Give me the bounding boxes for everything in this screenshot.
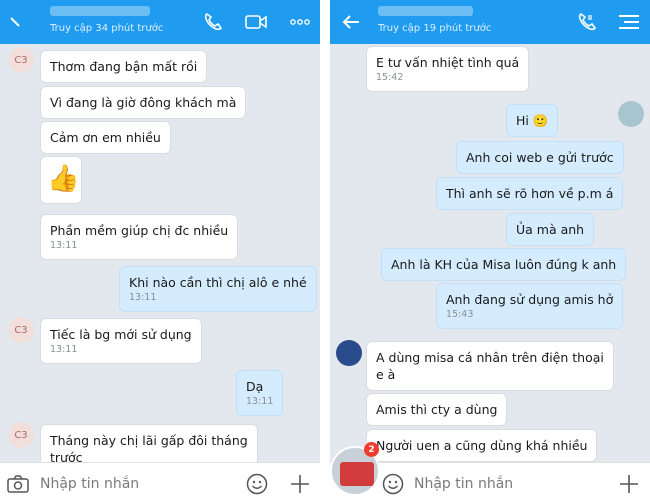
message-outgoing[interactable]: Ủa mà anh xyxy=(506,213,595,246)
message-input[interactable]: Nhập tin nhắn xyxy=(414,476,513,492)
add-icon[interactable] xyxy=(616,471,642,497)
message-outgoing[interactable]: Thì anh sẽ rõ hơn về p.m á xyxy=(436,177,624,210)
contact-avatar[interactable]: C3 xyxy=(8,317,34,343)
message-text: Phần mềm giúp chị đc nhiều xyxy=(50,223,229,238)
message-sticker[interactable]: 👍 xyxy=(40,156,82,204)
message-outgoing[interactable]: Anh là KH của Misa luôn đúng k anh xyxy=(381,248,627,281)
message-text: Cảm ơn em nhiều xyxy=(50,130,161,145)
message-incoming[interactable]: A dùng misa cá nhân trên điện thoại e à xyxy=(366,341,614,391)
contact-avatar[interactable]: C3 xyxy=(8,422,34,448)
message-text: Anh là KH của Misa luôn đúng k anh xyxy=(391,257,617,272)
message-text: Dạ xyxy=(246,379,264,394)
message-text: Vì đang là giờ đông khách mà xyxy=(50,95,237,110)
message-text: A dùng misa cá nhân trên điện thoại xyxy=(376,350,604,365)
contact-name-blurred xyxy=(378,6,473,16)
message-incoming[interactable]: Thơm đang bận mất rồi xyxy=(40,50,208,83)
message-outgoing[interactable]: Anh coi web e gửi trước xyxy=(456,141,624,174)
chat-panel-left: Truy cập 34 phút trước C3 Thơm đang bận … xyxy=(0,0,320,502)
unread-badge: 2 xyxy=(364,442,379,457)
message-text: Thơm đang bận mất rồi xyxy=(50,59,198,74)
message-composer: Nhập tin nhắn xyxy=(0,462,320,502)
contact-avatar[interactable]: C3 xyxy=(8,47,34,73)
message-outgoing[interactable]: Dạ 13:11 xyxy=(236,370,284,416)
video-call-icon[interactable] xyxy=(243,9,269,35)
chat-head-thumbnail xyxy=(340,462,374,486)
message-time: 15:43 xyxy=(446,309,474,320)
message-text: e à xyxy=(376,367,396,382)
menu-icon[interactable] xyxy=(616,9,642,35)
message-text: Người uen a cũng dùng khá nhiều xyxy=(376,438,588,453)
message-text: Tiếc là bg mới sử dụng xyxy=(50,327,192,342)
camera-icon[interactable] xyxy=(5,471,31,497)
chat-header: Truy cập 34 phút trước xyxy=(0,0,320,44)
thumbs-up-icon: 👍 xyxy=(47,164,80,194)
contact-avatar[interactable] xyxy=(336,340,362,366)
message-text: Tháng này chị lãi gấp đôi tháng xyxy=(50,433,248,448)
message-incoming[interactable]: Cảm ơn em nhiều xyxy=(40,121,171,154)
message-text: E tư vấn nhiệt tình quá xyxy=(376,55,520,70)
message-time: 13:11 xyxy=(50,240,78,251)
message-incoming[interactable]: Tiếc là bg mới sử dụng 13:11 xyxy=(40,318,202,364)
message-time: 15:42 xyxy=(376,72,404,83)
message-outgoing[interactable]: Anh đang sử dụng amis hở 15:43 xyxy=(436,283,624,329)
message-time: 13:11 xyxy=(129,292,157,303)
message-incoming[interactable]: Phần mềm giúp chị đc nhiều 13:11 xyxy=(40,214,239,260)
message-time: 13:11 xyxy=(246,396,274,407)
message-incoming[interactable]: E tư vấn nhiệt tình quá 15:42 xyxy=(366,46,530,92)
message-text: Anh đang sử dụng amis hở xyxy=(446,292,614,307)
back-arrow-icon[interactable] xyxy=(338,9,364,35)
user-avatar[interactable] xyxy=(618,101,644,127)
message-incoming[interactable]: Vì đang là giờ đông khách mà xyxy=(40,86,247,119)
message-incoming[interactable]: Amis thì cty a dùng xyxy=(366,393,508,426)
emoji-icon[interactable] xyxy=(244,471,270,497)
chat-header: Truy cập 19 phút trước xyxy=(330,0,650,44)
message-text: Hi 🙂 xyxy=(516,113,549,128)
call-icon[interactable] xyxy=(574,9,600,35)
more-options-icon[interactable] xyxy=(287,9,313,35)
message-input[interactable]: Nhập tin nhắn xyxy=(40,476,139,492)
last-seen-status: Truy cập 34 phút trước xyxy=(50,23,164,34)
message-text: Thì anh sẽ rõ hơn về p.m á xyxy=(446,186,614,201)
message-text: Khi nào cần thì chị alô e nhé xyxy=(129,275,307,290)
message-text: Anh coi web e gửi trước xyxy=(466,150,614,165)
message-time: 13:11 xyxy=(50,344,78,355)
last-seen-status: Truy cập 19 phút trước xyxy=(378,23,492,34)
screenshot-collage: Truy cập 34 phút trước C3 Thơm đang bận … xyxy=(0,0,650,502)
message-outgoing[interactable]: Hi 🙂 xyxy=(506,104,559,137)
emoji-icon[interactable] xyxy=(380,471,406,497)
back-arrow-icon[interactable] xyxy=(2,9,28,35)
chat-panel-right: Truy cập 19 phút trước E tư vấn nhiệt tì… xyxy=(330,0,650,502)
message-incoming[interactable]: Người uen a cũng dùng khá nhiều xyxy=(366,429,598,462)
call-icon[interactable] xyxy=(200,9,226,35)
message-outgoing[interactable]: Khi nào cần thì chị alô e nhé 13:11 xyxy=(119,266,317,312)
add-icon[interactable] xyxy=(287,471,313,497)
message-text: Amis thì cty a dùng xyxy=(376,402,498,417)
message-text: Ủa mà anh xyxy=(516,222,585,237)
contact-name-blurred xyxy=(50,6,150,16)
